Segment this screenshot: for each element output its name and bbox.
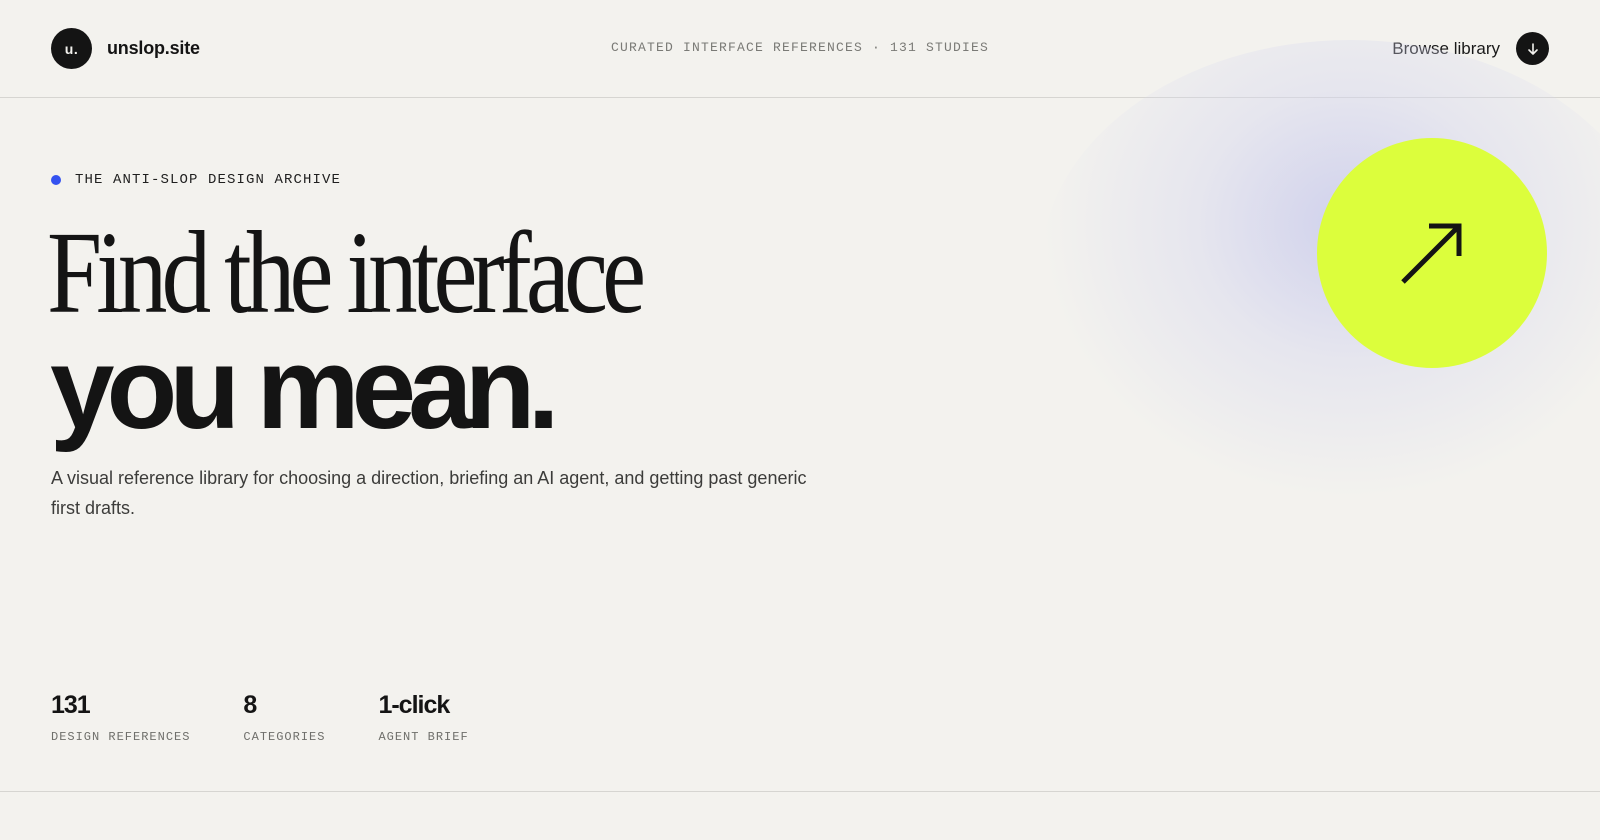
hero-subcopy: A visual reference library for choosing …: [51, 468, 807, 518]
eyebrow-dot-icon: [51, 175, 61, 185]
arrow-up-right-icon: [1401, 223, 1462, 284]
arrow-down-icon[interactable]: [1516, 32, 1549, 65]
stats-row: 131 DESIGN REFERENCES 8 CATEGORIES 1-cli…: [51, 690, 522, 744]
hero-cta-button[interactable]: [1317, 138, 1547, 368]
section-divider: [0, 791, 1600, 792]
eyebrow-text: THE ANTI-SLOP DESIGN ARCHIVE: [75, 172, 342, 188]
headline-line-2: you mean.: [50, 323, 560, 453]
stat-design-references: 131 DESIGN REFERENCES: [51, 690, 190, 744]
stat-label: AGENT BRIEF: [378, 730, 469, 744]
eyebrow: THE ANTI-SLOP DESIGN ARCHIVE: [51, 172, 341, 188]
stat-label: CATEGORIES: [243, 730, 326, 744]
stat-value: 131: [51, 691, 91, 719]
stat-value: 1-click: [378, 691, 450, 719]
stat-label: DESIGN REFERENCES: [51, 730, 191, 744]
stat-value: 8: [243, 691, 257, 719]
headline-line-1: Find the interface: [47, 207, 646, 338]
landing-page: u. unslop.site CURATED INTERFACE REFEREN…: [0, 0, 1600, 840]
stat-categories: 8 CATEGORIES: [243, 690, 325, 744]
stat-agent-brief: 1-click AGENT BRIEF: [378, 690, 468, 744]
